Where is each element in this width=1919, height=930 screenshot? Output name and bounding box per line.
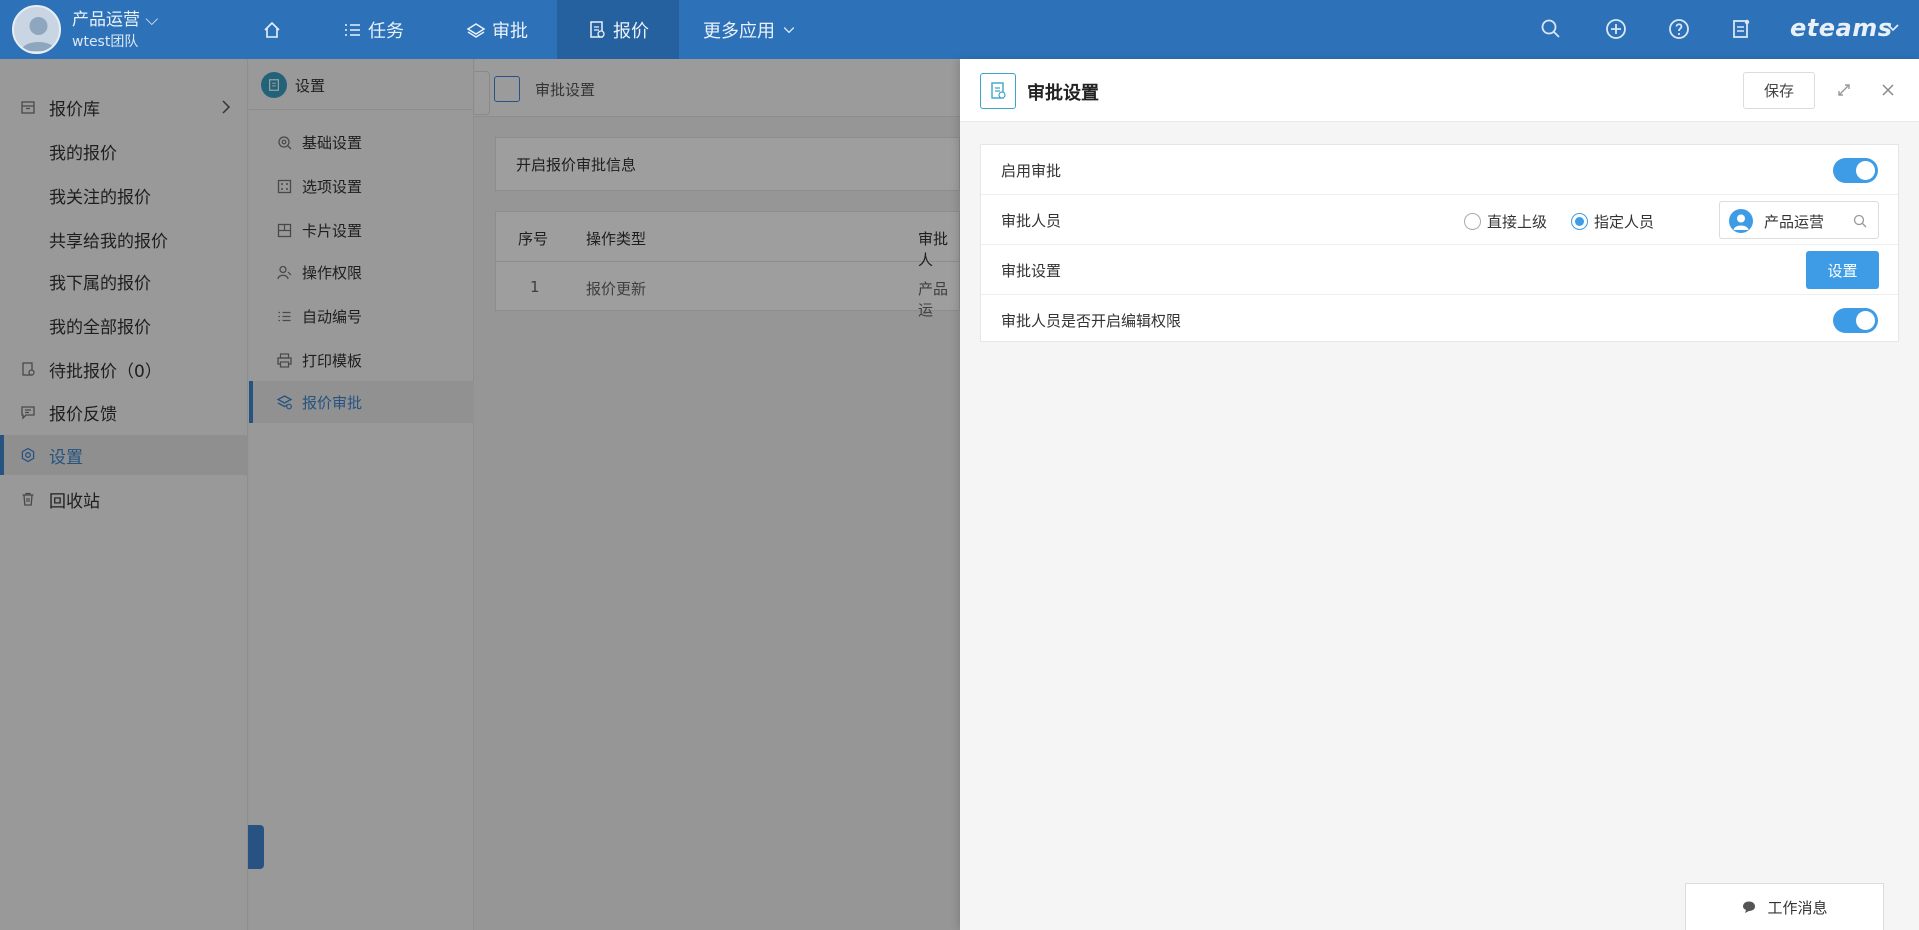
chevron-down-icon bbox=[783, 26, 795, 33]
help-icon[interactable] bbox=[1667, 17, 1691, 41]
top-nav-bar: 产品运营 ⌵ wtest团队 任务 审批 报价 更多应用 eteams bbox=[0, 0, 1919, 59]
approval-form: 启用审批 审批人员 直接上级 指定人员 产品运营 审批设置 设置 审批人员是否开… bbox=[980, 144, 1899, 342]
nav-tasks[interactable]: 任务 bbox=[342, 0, 404, 59]
edit-permission-row: 审批人员是否开启编辑权限 bbox=[981, 295, 1898, 345]
modal-overlay[interactable] bbox=[0, 59, 960, 930]
nav-home[interactable] bbox=[262, 0, 300, 59]
expand-icon[interactable] bbox=[1836, 82, 1852, 98]
edit-permission-toggle[interactable] bbox=[1833, 308, 1878, 333]
settings-button[interactable]: 设置 bbox=[1806, 251, 1879, 289]
radio-specified-person[interactable]: 指定人员 bbox=[1571, 211, 1654, 232]
chevron-down-icon: ⌵ bbox=[145, 10, 159, 30]
enable-approval-toggle[interactable] bbox=[1833, 158, 1878, 183]
chat-icon bbox=[1743, 901, 1756, 913]
user-team: wtest团队 bbox=[72, 34, 139, 50]
chevron-down-icon[interactable] bbox=[1885, 19, 1901, 35]
search-icon[interactable] bbox=[1539, 17, 1563, 41]
enable-approval-row: 启用审批 bbox=[981, 145, 1898, 195]
user-avatar[interactable] bbox=[12, 5, 61, 54]
person-avatar-icon bbox=[1729, 209, 1753, 233]
document-icon bbox=[590, 20, 605, 38]
approver-row: 审批人员 直接上级 指定人员 产品运营 bbox=[981, 195, 1898, 245]
approval-settings-drawer: 审批设置 保存 启用审批 审批人员 直接上级 指定人员 产品运营 审批设置 设置… bbox=[960, 59, 1919, 930]
approver-picker[interactable]: 产品运营 bbox=[1719, 201, 1879, 239]
drawer-header: 审批设置 保存 bbox=[960, 59, 1919, 122]
notes-icon[interactable] bbox=[1729, 17, 1753, 41]
layers-icon bbox=[466, 22, 486, 38]
close-icon[interactable] bbox=[1880, 82, 1896, 98]
save-button[interactable]: 保存 bbox=[1743, 72, 1815, 109]
radio-direct-superior[interactable]: 直接上级 bbox=[1464, 211, 1547, 232]
brand-logo[interactable]: eteams bbox=[1790, 14, 1893, 42]
approval-settings-row: 审批设置 设置 bbox=[981, 245, 1898, 295]
document-icon bbox=[980, 73, 1016, 109]
list-icon bbox=[345, 23, 360, 36]
nav-more-apps[interactable]: 更多应用 bbox=[703, 0, 797, 59]
nav-approval[interactable]: 审批 bbox=[466, 0, 528, 59]
user-name[interactable]: 产品运营 ⌵ bbox=[72, 5, 158, 30]
search-icon[interactable] bbox=[1852, 213, 1868, 229]
drawer-title: 审批设置 bbox=[1027, 83, 1099, 104]
nav-quote[interactable]: 报价 bbox=[557, 0, 679, 59]
home-icon bbox=[264, 21, 280, 38]
work-messages-button[interactable]: 工作消息 bbox=[1685, 883, 1884, 930]
add-circle-icon[interactable] bbox=[1604, 17, 1628, 41]
